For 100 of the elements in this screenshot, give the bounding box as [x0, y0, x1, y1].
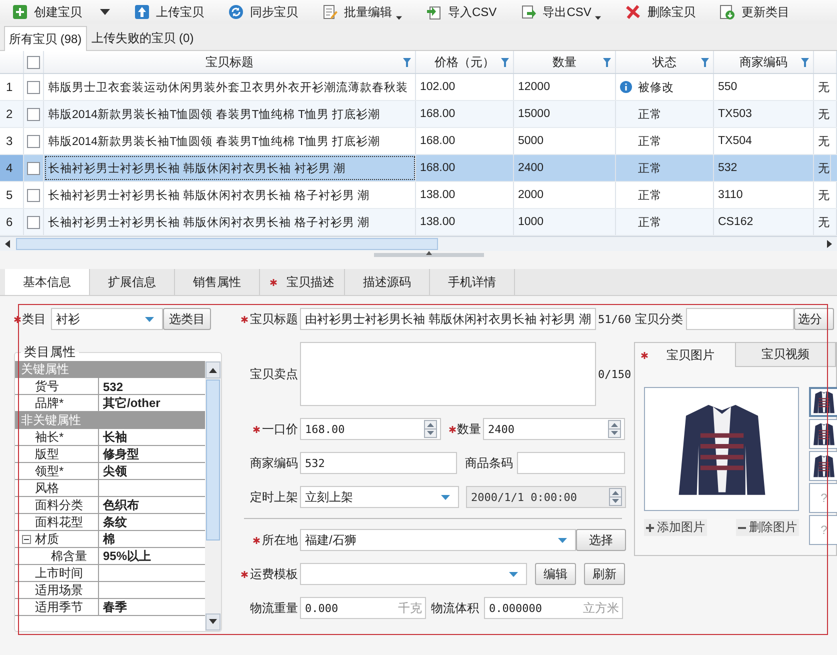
merchant-code-input[interactable]: 532	[300, 452, 457, 474]
list-tab[interactable]: 上传失败的宝贝 (0)	[86, 26, 199, 50]
table-cell: 15000	[514, 101, 616, 127]
shop-category-input[interactable]	[686, 308, 794, 330]
property-name: 适用季节	[35, 599, 83, 616]
scroll-right-icon[interactable]	[825, 240, 833, 248]
table-cell: 无	[814, 101, 837, 127]
horizontal-scrollbar[interactable]	[0, 236, 837, 251]
field-label: 商品条码	[465, 454, 513, 472]
update-icon	[719, 4, 736, 20]
toolbar-button[interactable]: 批量编辑	[318, 1, 406, 23]
splitter-handle[interactable]	[374, 251, 484, 257]
property-value[interactable]: 尖领	[103, 463, 127, 480]
table-cell: 168.00	[416, 101, 514, 127]
table-cell: 无	[814, 209, 837, 235]
choose-category-button[interactable]: 选类目	[163, 308, 211, 330]
table-row[interactable]: 4 长袖衬衫男士衬衫男长袖 韩版休闲衬衣男长袖 衬衫男 潮 168.00 2400 正常 532 无	[0, 155, 837, 182]
column-header[interactable]: 价格（元）	[434, 54, 494, 70]
property-name: 棉含量	[51, 548, 87, 565]
status-text: 正常	[638, 188, 662, 202]
choose-location-button[interactable]: 选择	[576, 529, 626, 551]
toolbar-button[interactable]: 导出CSV	[516, 1, 606, 23]
dropdown-caret-icon[interactable]	[396, 16, 402, 20]
category-select[interactable]: 衬衫	[51, 308, 163, 330]
property-value[interactable]: 95%以上	[103, 548, 152, 565]
vertical-scrollbar[interactable]	[205, 361, 221, 631]
image-action-button[interactable]: 添加图片	[644, 519, 707, 536]
collapse-icon[interactable]	[22, 535, 31, 544]
filter-icon[interactable]	[701, 58, 709, 67]
table-cell: 韩版2014新款男装长袖T恤圆领 春装男T恤纯棉 T恤男 打底衫潮	[44, 101, 416, 127]
property-value[interactable]: 532	[103, 380, 124, 394]
toolbar-button[interactable]: 删除宝贝	[621, 1, 700, 23]
thumbnail-photo-placeholder[interactable]	[809, 387, 837, 417]
barcode-input[interactable]	[517, 452, 625, 474]
property-value[interactable]: 春季	[103, 599, 127, 616]
plus-icon	[12, 4, 28, 20]
price-input[interactable]: 168.00	[300, 418, 441, 440]
field-label: 宝贝分类	[635, 310, 683, 328]
select-all-checkbox[interactable]	[27, 56, 40, 68]
status-text: 正常	[638, 108, 662, 122]
table-cell: CS162	[714, 209, 814, 235]
upload-icon	[134, 4, 150, 20]
toolbar-button[interactable]: 更新类目	[715, 1, 794, 23]
filter-icon[interactable]	[603, 58, 611, 67]
property-name: 货号	[35, 378, 59, 395]
column-header[interactable]: 宝贝标题	[206, 54, 254, 70]
image-action-button[interactable]: 删除图片	[736, 519, 799, 536]
row-checkbox[interactable]	[27, 162, 40, 174]
filter-icon[interactable]	[501, 58, 509, 67]
row-checkbox[interactable]	[27, 80, 40, 94]
property-name: 袖长*	[35, 429, 64, 446]
row-checkbox[interactable]	[27, 216, 40, 228]
table-row[interactable]: 6 长袖衬衫男士衬衫男长袖 韩版休闲衬衣男长袖 格子衬衫男 潮 138.00 1000 正常 CS162 无	[0, 209, 837, 236]
listing-select[interactable]: 立刻上架	[300, 486, 459, 508]
property-value[interactable]: 棉	[103, 531, 115, 548]
thumbnail-photo-placeholder[interactable]	[809, 451, 837, 481]
column-header[interactable]: 数量	[552, 54, 576, 70]
spinner-control[interactable]	[608, 420, 621, 438]
table-cell: 韩版男士卫衣套装运动休闲男装外套卫衣男外衣开衫潮流薄款春秋装	[44, 74, 416, 100]
toolbar-button[interactable]: 上传宝贝	[130, 1, 208, 23]
template-button[interactable]: 编辑	[535, 563, 576, 585]
status-text: 正常	[638, 162, 662, 176]
toolbar-button[interactable]: 创建宝贝	[8, 1, 114, 23]
property-value[interactable]: 色织布	[103, 497, 139, 514]
toolbar-button[interactable]: 同步宝贝	[224, 1, 302, 23]
volume-input[interactable]: 0.000000 立方米	[484, 597, 623, 619]
filter-icon[interactable]	[403, 58, 411, 67]
property-name: 适用场景	[35, 582, 83, 599]
row-checkbox[interactable]	[27, 108, 40, 120]
property-value[interactable]: 其它/other	[103, 395, 160, 412]
property-value[interactable]: 长袖	[103, 429, 127, 446]
location-select[interactable]: 福建/石狮	[300, 529, 576, 551]
toolbar-button[interactable]: 导入CSV	[422, 1, 501, 23]
table-cell: 韩版2014新款男装长袖T恤圆领 春装男T恤纯棉 T恤男 打底衫潮	[44, 128, 416, 154]
table-cell: 532	[714, 155, 814, 181]
choose-shop-category-button[interactable]: 选分	[794, 308, 834, 330]
column-header[interactable]: 商家编码	[740, 54, 788, 70]
thumbnail-photo-placeholder[interactable]	[809, 419, 837, 449]
dropdown-caret-icon[interactable]	[595, 16, 602, 20]
field-label: 所在地	[262, 532, 298, 548]
column-header[interactable]: 状态	[652, 54, 676, 70]
property-value[interactable]: 条纹	[103, 514, 127, 531]
property-value[interactable]: 修身型	[103, 446, 139, 463]
title-input[interactable]: 由衬衫男士衬衫男长袖 韩版休闲衬衣男长袖 衬衫男 潮	[300, 308, 596, 330]
filter-icon[interactable]	[801, 58, 809, 67]
scroll-left-icon[interactable]	[4, 240, 12, 248]
table-cell: TX504	[714, 128, 814, 154]
spinner-control[interactable]	[424, 420, 437, 438]
row-checkbox[interactable]	[27, 134, 40, 148]
row-checkbox[interactable]	[27, 188, 40, 202]
group-header: 关键属性	[15, 361, 205, 378]
detail-tab[interactable]: 基本信息	[5, 269, 90, 295]
field-label: 类目	[22, 310, 46, 328]
dropdown-caret-icon[interactable]	[100, 9, 110, 15]
media-tab[interactable]: 宝贝视频	[736, 343, 836, 367]
list-tab[interactable]: 所有宝贝 (98)	[4, 26, 87, 51]
template-button[interactable]: 刷新	[584, 563, 625, 585]
weight-input[interactable]: 0.000 千克	[300, 597, 426, 619]
quantity-input[interactable]: 2400	[483, 418, 625, 440]
table-row[interactable]: 2 韩版2014新款男装长袖T恤圆领 春装男T恤纯棉 T恤男 打底衫潮 168.00 15000 正常 TX503 无	[0, 101, 837, 128]
